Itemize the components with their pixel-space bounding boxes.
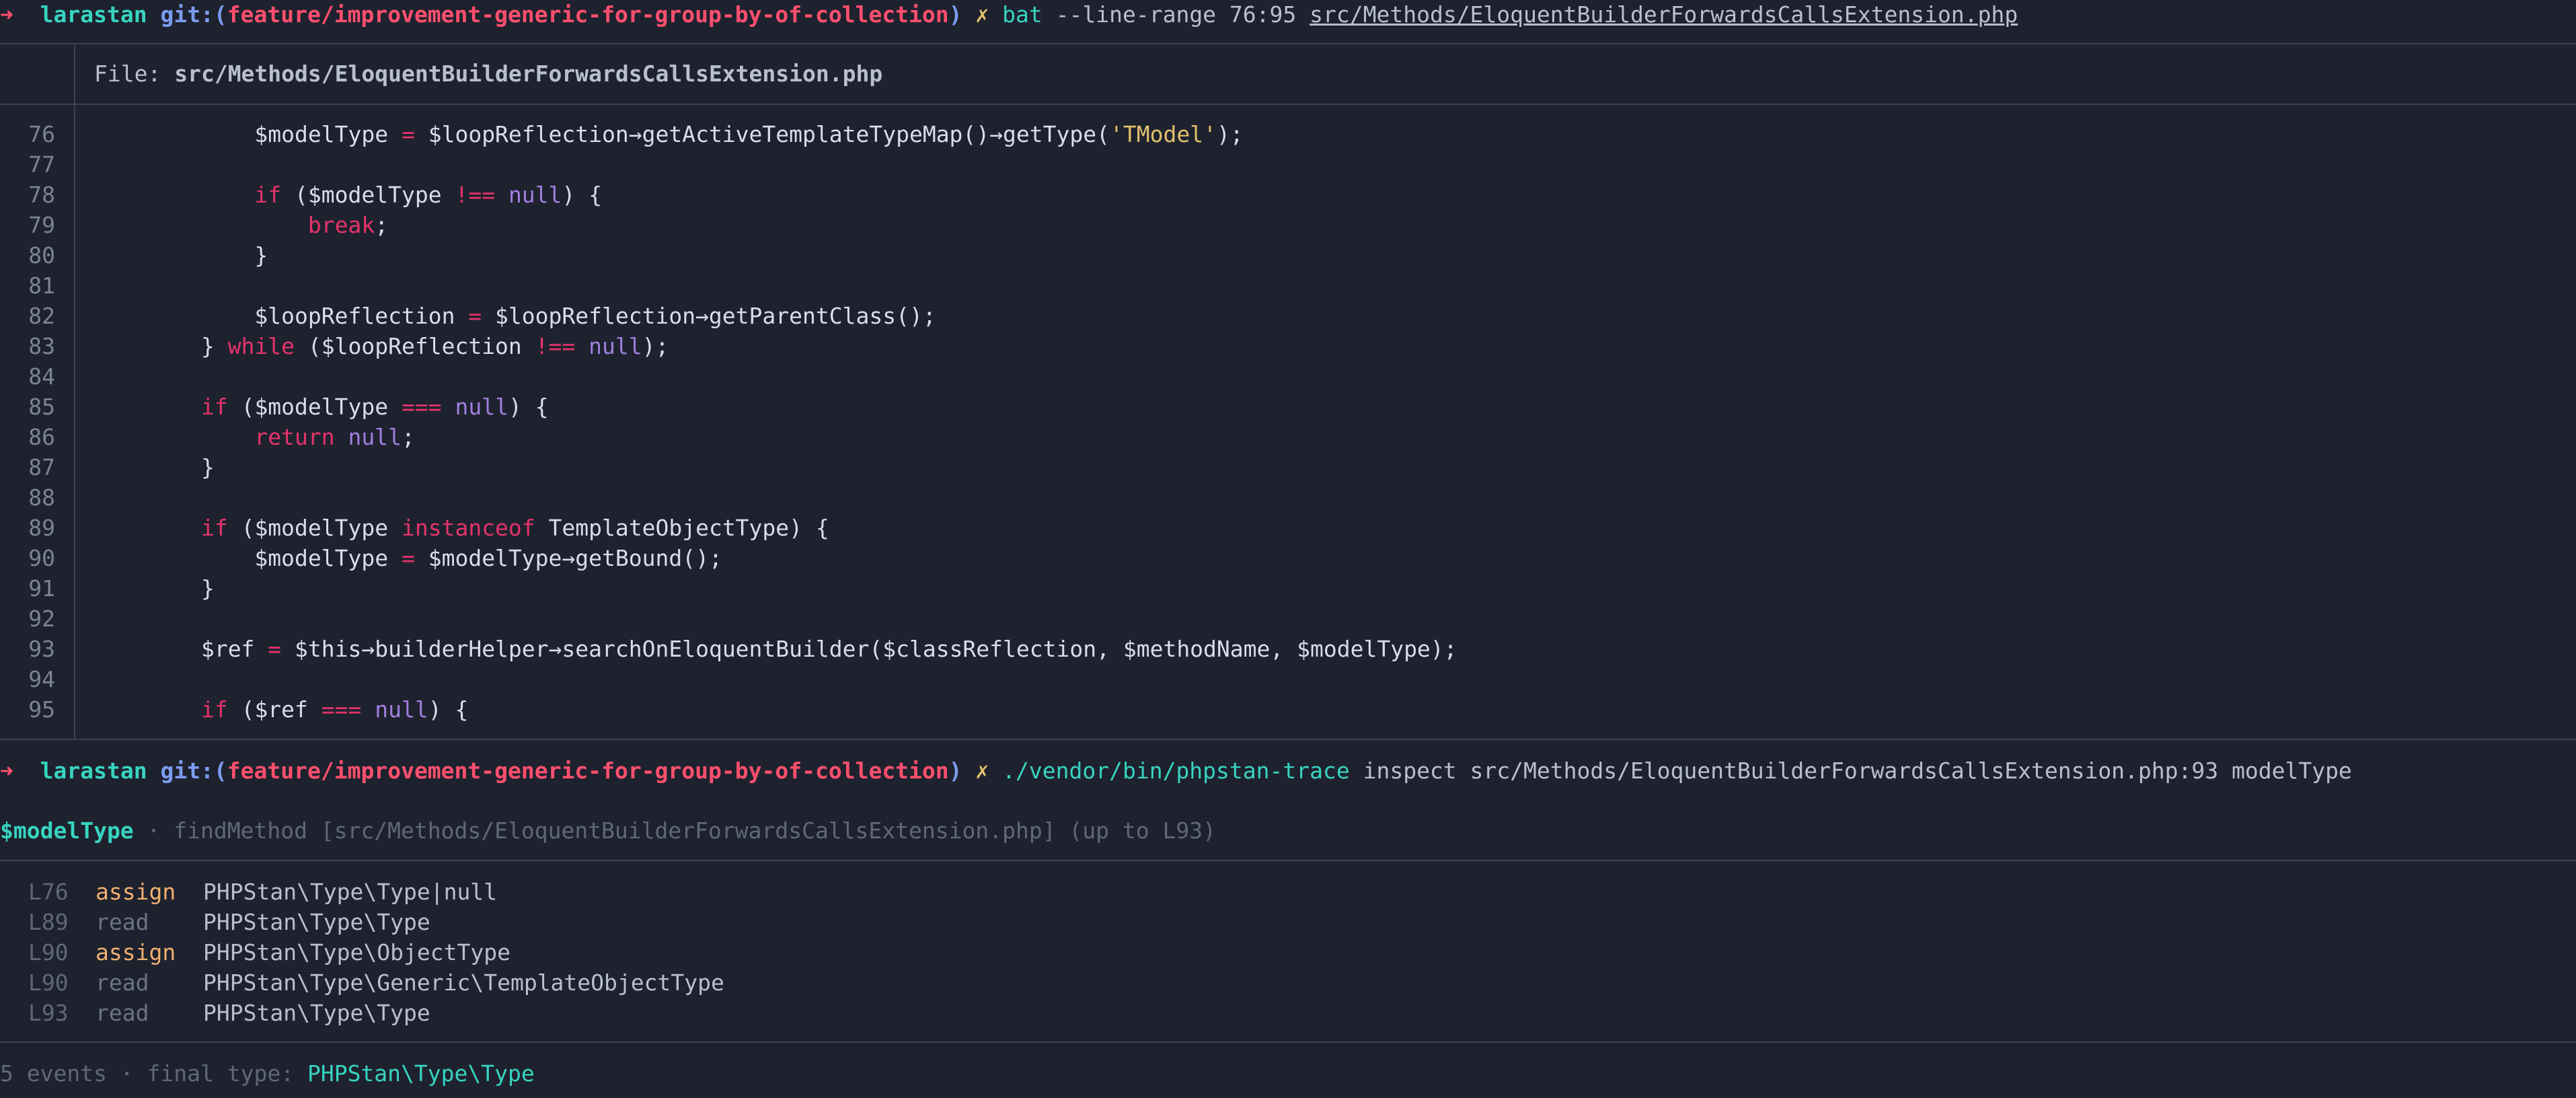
code-line-79: break;	[307, 212, 389, 238]
line-number: 85	[28, 394, 55, 420]
trace-event-row: L76 assign PHPStan\Type\Type|null	[28, 877, 497, 907]
code-line-86: return null;	[254, 424, 415, 450]
line-number: 81	[28, 272, 55, 299]
bat-top-rule	[0, 43, 2576, 44]
event-kind: read	[96, 1000, 149, 1026]
prompt-git-suffix: )	[948, 1, 962, 28]
event-kind: assign	[96, 879, 176, 905]
prompt-git-suffix: )	[948, 758, 962, 784]
code-line-89: if ($modelType instanceof TemplateObject…	[200, 515, 829, 541]
prompt-repo-name: larastan	[40, 1, 147, 28]
trace-final-type: PHPStan\Type\Type	[307, 1060, 535, 1087]
prompt-git-branch: feature/improvement-generic-for-group-by…	[227, 1, 949, 28]
bat-file-path: src/Methods/EloquentBuilderForwardsCalls…	[174, 61, 883, 87]
event-line: L90	[28, 969, 69, 996]
event-type: PHPStan\Type\Type	[203, 909, 430, 935]
line-number: 88	[28, 484, 55, 511]
line-number: 79	[28, 212, 55, 238]
prompt-arrow-icon: ➜	[0, 758, 13, 784]
code-line-93: $ref = $this→builderHelper→searchOnEloqu…	[200, 636, 1457, 662]
event-line: L76	[28, 879, 69, 905]
code-line-90: $modelType = $modelType→getBound();	[254, 545, 722, 571]
line-number: 80	[28, 242, 55, 268]
event-line: L89	[28, 909, 69, 935]
command-name: ./vendor/bin/phpstan-trace	[1002, 758, 1350, 784]
line-number: 82	[28, 303, 55, 329]
event-kind: read	[96, 909, 149, 935]
shell-prompt-phpstan-trace: ➜ larastan git:(feature/improvement-gene…	[0, 756, 2352, 786]
bat-code-gutter-separator	[74, 104, 75, 740]
trace-variable: $modelType	[0, 817, 134, 844]
code-line-85: if ($modelType === null) {	[200, 394, 549, 420]
trace-footer-rule	[0, 1041, 2576, 1043]
line-number: 92	[28, 606, 55, 632]
event-type: PHPStan\Type\ObjectType	[203, 939, 510, 965]
line-number: 90	[28, 545, 55, 571]
command-args: inspect src/Methods/EloquentBuilderForwa…	[1363, 758, 2352, 784]
code-line-82: $loopReflection = $loopReflection→getPar…	[254, 303, 936, 329]
line-number: 94	[28, 666, 55, 692]
code-line-91: }	[94, 575, 215, 601]
command-args: --line-range 76:95	[1055, 1, 1297, 28]
bat-header-rule	[0, 104, 2576, 105]
bat-bottom-rule	[0, 739, 2576, 740]
event-kind: assign	[96, 939, 176, 965]
event-type: PHPStan\Type\Generic\TemplateObjectType	[203, 969, 724, 996]
line-number: 91	[28, 575, 55, 601]
bat-file-header: File: src/Methods/EloquentBuilderForward…	[94, 59, 882, 89]
line-number: 77	[28, 151, 55, 178]
prompt-arrow-icon: ➜	[0, 1, 13, 28]
code-line-87: }	[94, 454, 215, 480]
code-line-80: }	[94, 242, 268, 268]
trace-summary-prefix: 5 events · final type:	[0, 1060, 307, 1087]
bat-header-gutter-separator	[74, 43, 75, 104]
code-line-95: if ($ref === null) {	[200, 696, 469, 723]
line-number: 95	[28, 696, 55, 723]
code-line-78: if ($modelType !== null) {	[254, 182, 603, 208]
prompt-git-prefix: git:(	[160, 758, 227, 784]
line-number: 83	[28, 333, 55, 359]
command-file-link[interactable]: src/Methods/EloquentBuilderForwardsCalls…	[1310, 1, 2018, 28]
trace-event-row: L89 read PHPStan\Type\Type	[28, 908, 430, 937]
prompt-dirty-icon: ✗	[975, 758, 989, 784]
trace-header-rule	[0, 860, 2576, 861]
trace-event-row: L90 assign PHPStan\Type\ObjectType	[28, 938, 510, 967]
prompt-dirty-icon: ✗	[975, 1, 989, 28]
trace-summary: 5 events · final type: PHPStan\Type\Type	[0, 1059, 535, 1089]
event-line: L90	[28, 939, 69, 965]
prompt-repo-name: larastan	[40, 758, 147, 784]
line-number: 93	[28, 636, 55, 662]
code-line-76: $modelType = $loopReflection→getActiveTe…	[254, 121, 1244, 147]
line-number: 76	[28, 121, 55, 147]
command-name: bat	[1002, 1, 1043, 28]
trace-event-row: L93 read PHPStan\Type\Type	[28, 998, 430, 1028]
code-line-83: } while ($loopReflection !== null);	[200, 333, 669, 359]
trace-context: · findMethod [src/Methods/EloquentBuilde…	[133, 817, 1216, 844]
event-type: PHPStan\Type\Type|null	[203, 879, 498, 905]
event-line: L93	[28, 1000, 69, 1026]
trace-header: $modelType · findMethod [src/Methods/Elo…	[0, 816, 1216, 846]
bat-file-label: File:	[94, 61, 175, 87]
event-type: PHPStan\Type\Type	[203, 1000, 430, 1026]
line-number: 78	[28, 182, 55, 208]
line-number: 86	[28, 424, 55, 450]
line-number: 84	[28, 363, 55, 390]
shell-prompt-bat: ➜ larastan git:(feature/improvement-gene…	[0, 0, 2018, 30]
prompt-git-branch: feature/improvement-generic-for-group-by…	[227, 758, 949, 784]
prompt-git-prefix: git:(	[160, 1, 227, 28]
line-number: 89	[28, 515, 55, 541]
event-kind: read	[96, 969, 149, 996]
line-number: 87	[28, 454, 55, 480]
trace-event-row: L90 read PHPStan\Type\Generic\TemplateObje…	[28, 968, 724, 998]
